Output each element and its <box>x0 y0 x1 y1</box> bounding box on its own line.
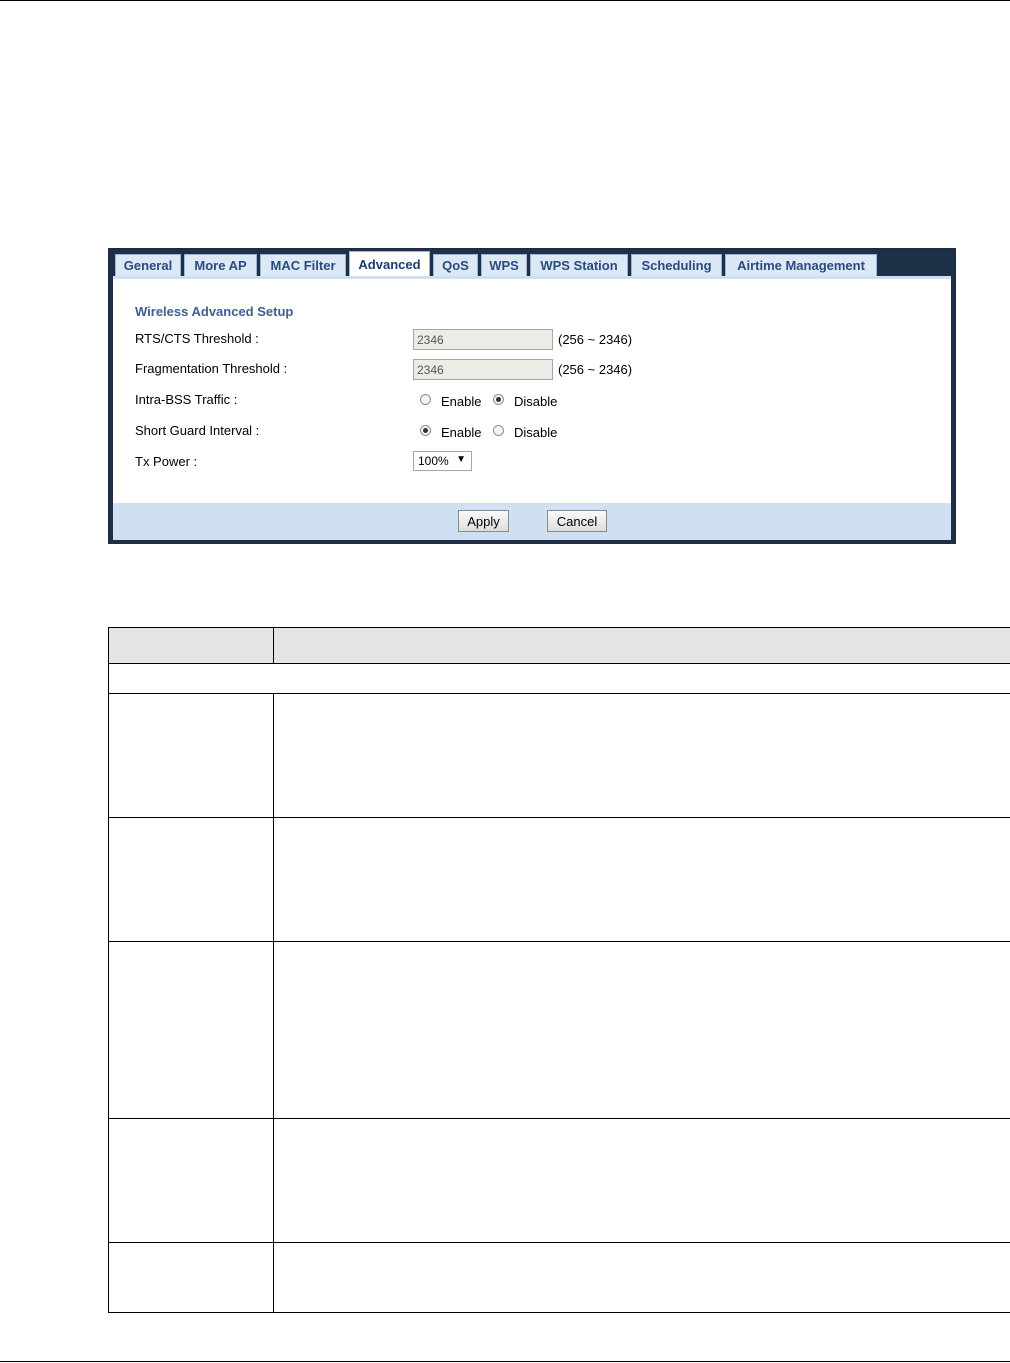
intra-bss-enable-label: Enable <box>441 394 482 409</box>
sgi-disable-label: Disable <box>514 425 558 440</box>
header-rule <box>0 0 1010 1</box>
rts-input[interactable] <box>413 329 553 350</box>
tx-power-value: 100% <box>418 454 449 468</box>
table-cell <box>108 941 274 1119</box>
description-table <box>108 627 1010 1313</box>
table-header-cell <box>273 627 1010 664</box>
tab-advanced[interactable]: Advanced <box>349 251 430 276</box>
intra-bss-disable-label: Disable <box>514 394 558 409</box>
cancel-button[interactable]: Cancel <box>547 510 607 532</box>
tab-more-ap[interactable]: More AP <box>184 254 257 276</box>
table-header-cell <box>108 627 274 664</box>
table-cell <box>273 1118 1010 1243</box>
button-bar <box>113 503 951 540</box>
tab-wps[interactable]: WPS <box>481 254 527 276</box>
dropdown-arrow-icon: ▼ <box>456 454 466 465</box>
table-row <box>108 1118 1010 1243</box>
rts-label: RTS/CTS Threshold : <box>135 331 259 346</box>
table-cell <box>108 663 1010 694</box>
table-cell <box>108 1118 274 1243</box>
intra-bss-label: Intra-BSS Traffic : <box>135 392 238 407</box>
tab-scheduling[interactable]: Scheduling <box>631 254 722 276</box>
table-row <box>108 693 1010 818</box>
table-header-row <box>108 627 1010 664</box>
apply-button[interactable]: Apply <box>458 510 509 532</box>
tab-bar: General More AP MAC Filter Advanced QoS … <box>115 251 880 276</box>
table-cell <box>108 1242 274 1313</box>
sgi-enable-label: Enable <box>441 425 482 440</box>
table-cell <box>273 1242 1010 1313</box>
table-cell <box>273 817 1010 942</box>
table-cell <box>273 941 1010 1119</box>
section-title: Wireless Advanced Setup <box>135 304 294 319</box>
table-section-row <box>108 663 1010 694</box>
footer-rule <box>0 1361 1010 1362</box>
table-cell <box>108 817 274 942</box>
table-row <box>108 1242 1010 1313</box>
table-row <box>108 817 1010 942</box>
rts-range: (256 ~ 2346) <box>558 332 633 347</box>
sgi-disable-radio[interactable] <box>493 425 504 436</box>
intra-bss-enable-radio[interactable] <box>420 394 431 405</box>
frag-input[interactable] <box>413 359 553 380</box>
tx-power-select[interactable]: 100% ▼ <box>413 451 472 471</box>
table-row <box>108 941 1010 1119</box>
tab-wps-station[interactable]: WPS Station <box>530 254 628 276</box>
frag-label: Fragmentation Threshold : <box>135 361 288 376</box>
frag-range: (256 ~ 2346) <box>558 362 633 377</box>
tab-general[interactable]: General <box>115 254 181 276</box>
intra-bss-disable-radio[interactable] <box>493 394 504 405</box>
tab-mac-filter[interactable]: MAC Filter <box>260 254 346 276</box>
tx-power-label: Tx Power : <box>135 454 198 469</box>
tab-airtime-management[interactable]: Airtime Management <box>725 254 877 276</box>
sgi-enable-radio[interactable] <box>420 425 431 436</box>
table-cell <box>273 693 1010 818</box>
table-cell <box>108 693 274 818</box>
tab-qos[interactable]: QoS <box>433 254 478 276</box>
sgi-label: Short Guard Interval : <box>135 423 260 438</box>
